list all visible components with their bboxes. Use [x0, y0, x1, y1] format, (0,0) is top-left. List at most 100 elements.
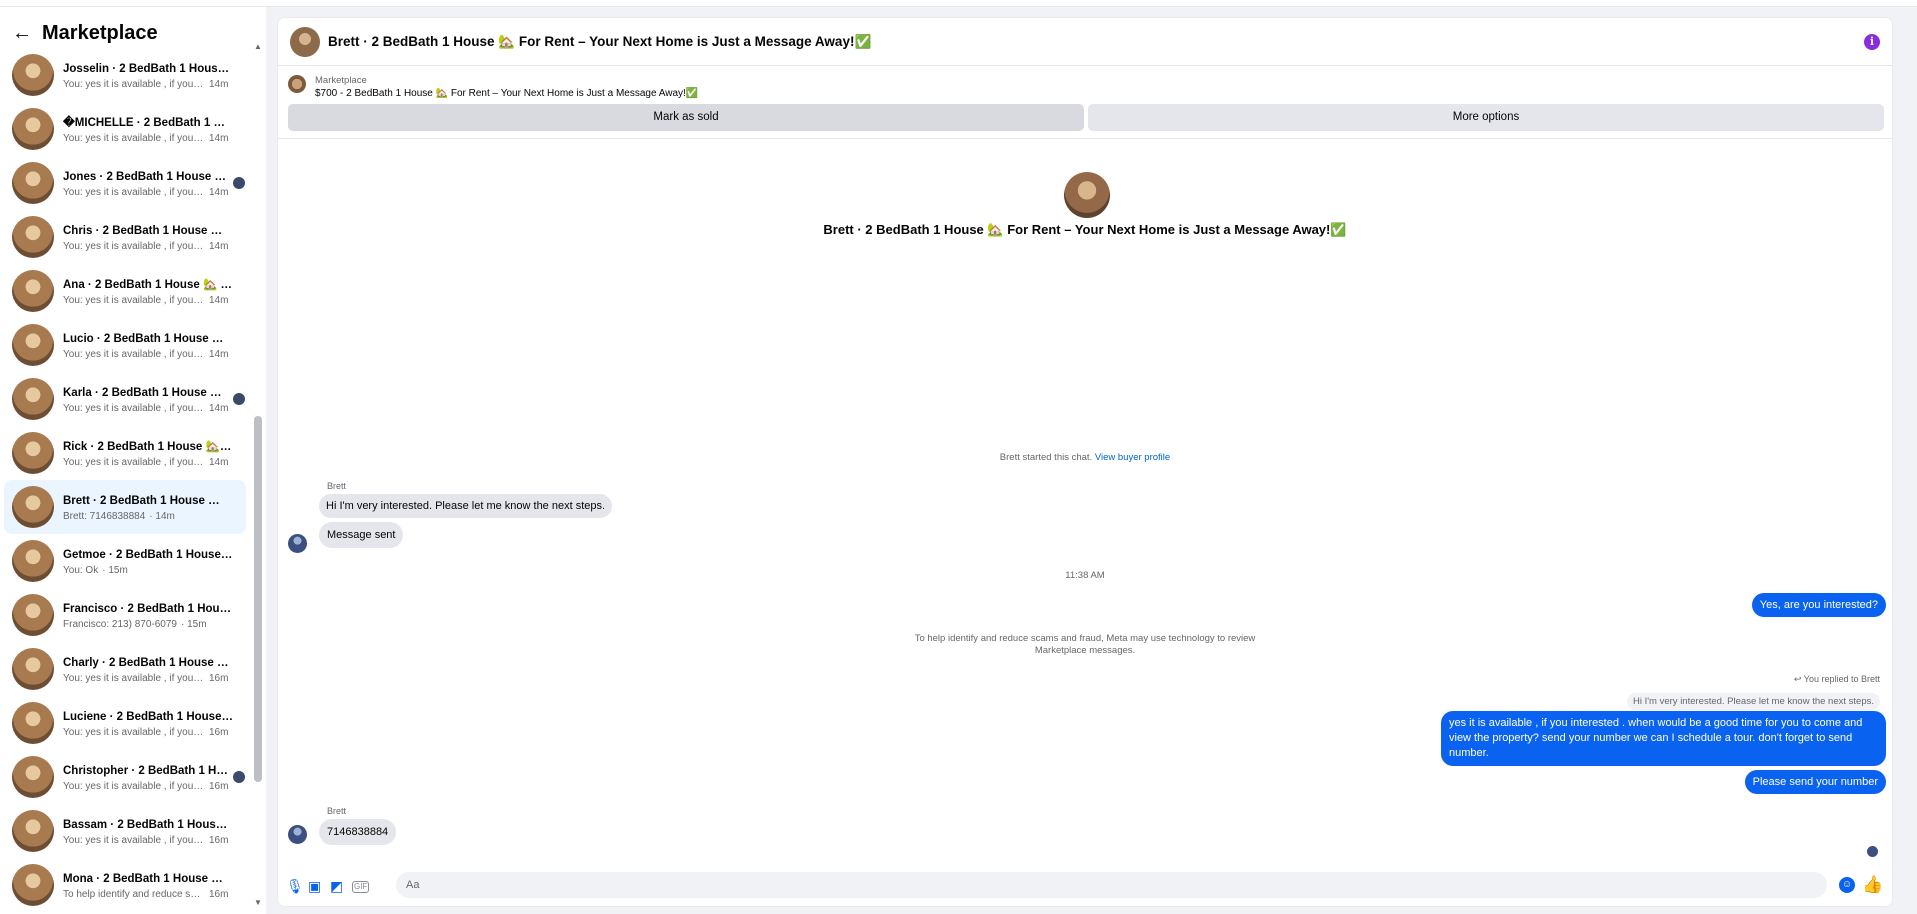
sidebar-scrollbar[interactable]: ▲ ▼	[252, 42, 264, 907]
conversation-text: Christopher · 2 BedBath 1 House 🏡 For Re…	[63, 763, 233, 792]
conversation-avatar	[12, 216, 54, 258]
sidebar-title: Marketplace	[42, 21, 158, 44]
conversation-avatar	[12, 270, 54, 312]
conversation-avatar	[12, 108, 54, 150]
conversation-avatar	[12, 324, 54, 366]
conversation-avatar	[12, 756, 54, 798]
conversation-preview: Brett: 7146838884	[63, 510, 146, 522]
conversation-avatar	[12, 432, 54, 474]
conversation-avatar	[12, 648, 54, 690]
sidebar: ← Marketplace Josselin · 2 BedBath 1 Hou…	[0, 7, 266, 914]
conversation-avatar	[12, 540, 54, 582]
header-title[interactable]: Brett · 2 BedBath 1 House 🏡 For Rent – Y…	[328, 34, 871, 50]
conversation-time: 14m	[209, 348, 229, 360]
conversation-item[interactable]: Christopher · 2 BedBath 1 House 🏡 For Re…	[4, 750, 246, 804]
conversation-preview: You: yes it is available , if you intere…	[63, 456, 205, 468]
outgoing-message[interactable]: Please send your number	[1744, 770, 1886, 794]
header-avatar[interactable]	[290, 26, 320, 57]
incoming-message[interactable]: Hi I'm very interested. Please let me kn…	[319, 494, 613, 518]
back-arrow-icon[interactable]: ←	[12, 22, 32, 45]
chat-panel: Brett · 2 BedBath 1 House 🏡 For Rent – Y…	[278, 18, 1892, 906]
conversation-preview: You: Ok	[63, 564, 99, 576]
conversation-text: �MICHELLE · 2 BedBath 1 House 🏡 For Rent…	[63, 115, 233, 144]
conversation-name: Christopher · 2 BedBath 1 House 🏡 For Re…	[63, 764, 233, 777]
conversation-item[interactable]: Ana · 2 BedBath 1 House 🏡 For Rent You: y…	[4, 264, 246, 318]
scam-notice-line: To help identify and reduce scams and fr…	[914, 633, 1256, 644]
replied-label: ↩ You replied to Brett	[1793, 674, 1880, 684]
conversation-preview-row: You: yes it is available , if you intere…	[63, 133, 233, 144]
conversation-preview: Francisco: 213) 870-6079	[63, 618, 177, 630]
conversation-preview: You: yes it is available , if you intere…	[63, 834, 205, 846]
emoji-icon[interactable]: ☺	[1839, 877, 1855, 893]
more-options-button[interactable]: More options	[1088, 104, 1884, 131]
conversation-time: 16m	[209, 834, 229, 846]
conversation-preview: You: yes it is available , if you intere…	[63, 132, 205, 144]
conversation-item[interactable]: Karla · 2 BedBath 1 House 🏡 For Rent You:…	[4, 372, 246, 426]
conversation-item[interactable]: Josselin · 2 BedBath 1 House 🏡 For Rent …	[4, 48, 246, 102]
outgoing-message[interactable]: Yes, are you interested?	[1751, 593, 1886, 617]
conversation-text: Lucio · 2 BedBath 1 House 🏡 For Rent You:…	[63, 331, 233, 360]
conversation-preview-row: You: yes it is available , if you intere…	[63, 403, 233, 414]
conversation-preview-row: You: yes it is available , if you intere…	[63, 79, 233, 90]
conversation-preview: You: yes it is available , if you intere…	[63, 294, 205, 306]
conversation-name: Josselin · 2 BedBath 1 House 🏡 For Rent …	[63, 62, 233, 75]
conversation-item[interactable]: Charly · 2 BedBath 1 House 🏡 For Rent You…	[4, 642, 246, 696]
replied-quote[interactable]: Hi I'm very interested. Please let me kn…	[1626, 693, 1880, 710]
conversation-item[interactable]: Bassam · 2 BedBath 1 House 🏡 For Rent You…	[4, 804, 246, 858]
conversation-time: 14m	[209, 402, 229, 414]
conversation-preview-row: You: yes it is available , if you intere…	[63, 241, 233, 252]
scroll-down-icon[interactable]: ▼	[254, 898, 262, 907]
conversation-name: Ana · 2 BedBath 1 House 🏡 For Rent	[63, 278, 233, 291]
conversation-item[interactable]: Francisco · 2 BedBath 1 House 🏡 For Rent…	[4, 588, 246, 642]
conversation-item[interactable]: Luciene · 2 BedBath 1 House 🏡 For Rent Yo…	[4, 696, 246, 750]
message-input[interactable]	[396, 872, 1827, 898]
conversation-preview: You: yes it is available , if you intere…	[63, 240, 205, 252]
microphone-icon[interactable]: 🎙	[286, 878, 304, 894]
like-icon[interactable]: 👍	[1862, 875, 1883, 895]
conversation-name: Bassam · 2 BedBath 1 House 🏡 For Rent	[63, 818, 233, 831]
info-icon[interactable]: i	[1864, 34, 1880, 50]
incoming-message[interactable]: 7146838884	[319, 819, 397, 845]
conversation-preview-row: To help identify and reduce scams and fr…	[63, 889, 233, 900]
conversation-time: · 15m	[180, 618, 207, 630]
conversation-text: Josselin · 2 BedBath 1 House 🏡 For Rent …	[63, 61, 233, 90]
conversation-item[interactable]: �MICHELLE · 2 BedBath 1 House 🏡 For Rent…	[4, 102, 246, 156]
buyer-avatar[interactable]	[288, 825, 307, 844]
conversation-item[interactable]: Rick · 2 BedBath 1 House 🏡 For Rent You: …	[4, 426, 246, 480]
conversation-preview-row: You: yes it is available , if you intere…	[63, 835, 233, 846]
conversation-item[interactable]: Getmoe · 2 BedBath 1 House 🏡 For Rent You…	[4, 534, 246, 588]
incoming-message[interactable]: Message sent	[319, 522, 404, 548]
buyer-avatar[interactable]	[288, 534, 307, 553]
conversation-preview: To help identify and reduce scams and fr…	[63, 888, 205, 900]
conversation-name: Luciene · 2 BedBath 1 House 🏡 For Rent	[63, 710, 233, 723]
conversation-name: Lucio · 2 BedBath 1 House 🏡 For Rent	[63, 332, 233, 345]
scroll-up-icon[interactable]: ▲	[254, 42, 262, 51]
outgoing-message[interactable]: yes it is available , if you interested …	[1441, 711, 1886, 766]
seen-indicator-avatar	[1867, 846, 1878, 857]
conversation-preview: You: yes it is available , if you intere…	[63, 348, 205, 360]
listing-thumbnail[interactable]	[288, 75, 306, 93]
conversation-time: 16m	[209, 672, 229, 684]
listing-title[interactable]: $700 - 2 BedBath 1 House 🏡 For Rent – Yo…	[315, 88, 698, 99]
scrollbar-thumb[interactable]	[254, 416, 262, 782]
conversation-item[interactable]: Lucio · 2 BedBath 1 House 🏡 For Rent You:…	[4, 318, 246, 372]
conversation-preview-row: You: yes it is available , if you intere…	[63, 673, 233, 684]
gif-icon[interactable]: GIF	[352, 881, 370, 893]
conversation-preview: You: yes it is available , if you intere…	[63, 402, 205, 414]
conversation-item[interactable]: Brett · 2 BedBath 1 House 🏡 For Rent Bret…	[4, 480, 246, 534]
conversation-item[interactable]: Chris · 2 BedBath 1 House 🏡 For Rent You:…	[4, 210, 246, 264]
top-strip	[0, 0, 1917, 7]
photo-icon[interactable]: ▣	[308, 878, 321, 894]
mark-as-sold-button[interactable]: Mark as sold	[288, 104, 1084, 131]
conversation-text: Luciene · 2 BedBath 1 House 🏡 For Rent Yo…	[63, 709, 233, 738]
conversation-avatar	[12, 702, 54, 744]
conversation-item[interactable]: Mona · 2 BedBath 1 House 🏡 For Rent To he…	[4, 858, 246, 912]
seen-avatar	[233, 771, 245, 783]
view-buyer-profile-link[interactable]: View buyer profile	[1095, 452, 1170, 463]
conversation-text: Charly · 2 BedBath 1 House 🏡 For Rent You…	[63, 655, 233, 684]
sticker-icon[interactable]: ◩	[330, 878, 343, 894]
conversation-time: 16m	[209, 888, 229, 900]
conversation-item[interactable]: Jones · 2 BedBath 1 House 🏡 For Rent You:…	[4, 156, 246, 210]
conversation-preview-row: Francisco: 213) 870-6079 · 15m	[63, 619, 233, 630]
conversation-text: Rick · 2 BedBath 1 House 🏡 For Rent You: …	[63, 439, 233, 468]
